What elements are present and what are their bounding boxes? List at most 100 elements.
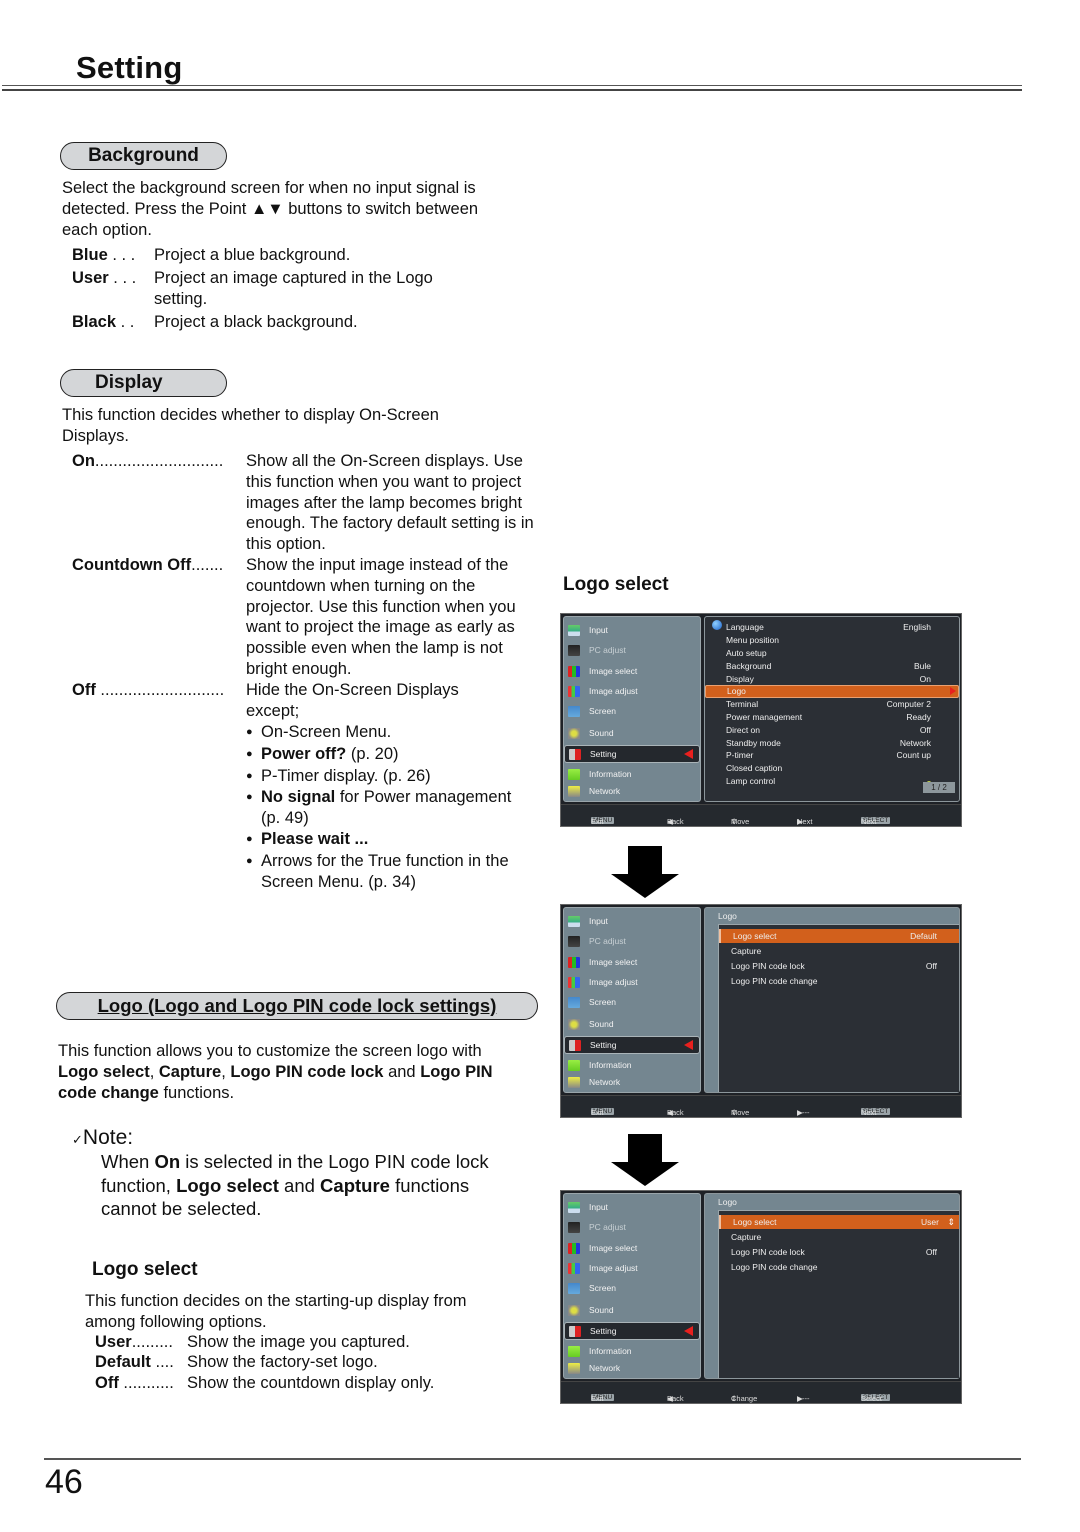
setting-item-label: Closed caption	[726, 763, 783, 774]
logo-item-logo-pin-code-lock[interactable]: Logo PIN code lock Off	[719, 959, 959, 973]
setting-item-auto-setup[interactable]: Auto setup	[705, 647, 959, 660]
logo-item-logo-select[interactable]: Logo select Default	[719, 929, 959, 943]
logo-item-label: Logo select	[733, 1217, 777, 1227]
menu-item-screen[interactable]: Screen	[564, 702, 700, 720]
menu-item-label: PC adjust	[589, 1222, 626, 1232]
osd-footer: MENU Exit ◀ Back ⇕ Move ▶ ----- SELECT Next	[561, 1095, 961, 1117]
down-arrow-icon	[611, 1134, 679, 1186]
submenu-title: Logo	[718, 911, 737, 921]
menu-item-network[interactable]: Network	[564, 782, 700, 800]
option-desc-user: Show the image you captured.	[187, 1333, 410, 1351]
setting-icon	[569, 1325, 581, 1337]
image-select-icon	[568, 665, 580, 677]
menu-item-information[interactable]: Information	[564, 1056, 700, 1074]
menu-item-image-adjust[interactable]: Image adjust	[564, 1259, 700, 1277]
logo-item-logo-select[interactable]: Logo select User ⇕	[719, 1215, 959, 1229]
logo-item-label: Logo PIN code lock	[731, 961, 805, 971]
menu-item-sound[interactable]: Sound	[564, 1015, 700, 1033]
setting-item-power-management[interactable]: Power management Ready	[705, 711, 959, 724]
logo-item-capture[interactable]: Capture	[719, 1230, 959, 1244]
note-heading: ✓Note:	[72, 1126, 134, 1149]
menu-item-screen[interactable]: Screen	[564, 1279, 700, 1297]
menu-item-label: Network	[589, 1363, 621, 1373]
menu-item-sound[interactable]: Sound	[564, 1301, 700, 1319]
menu-item-label: Setting	[590, 749, 617, 759]
logo-intro: This function allows you to customize th…	[58, 1042, 493, 1102]
background-heading: Background	[60, 142, 227, 170]
setting-item-logo[interactable]: Logo	[705, 685, 959, 698]
menu-item-input[interactable]: Input	[564, 621, 700, 639]
logo-item-capture[interactable]: Capture	[719, 944, 959, 958]
logo-item-label: Capture	[731, 946, 762, 956]
menu-item-pc-adjust[interactable]: PC adjust	[564, 641, 700, 659]
menu-item-label: Information	[589, 769, 632, 779]
setting-item-label: Direct on	[726, 724, 761, 735]
exceptions-list: On-Screen Menu. Power off? (p. 20) P-Tim…	[246, 722, 516, 893]
pc-adjust-icon	[568, 1221, 580, 1233]
menu-item-label: Information	[589, 1346, 632, 1356]
option-term-black: Black . .	[72, 313, 135, 331]
setting-item-menu-position[interactable]: Menu position	[705, 634, 959, 647]
menu-item-information[interactable]: Information	[564, 1342, 700, 1360]
exception-item: Arrows for the True function in the Scre…	[246, 851, 516, 893]
information-icon	[568, 1059, 580, 1071]
menu-item-label: Image select	[589, 666, 638, 676]
setting-item-lamp-control[interactable]: Lamp control	[705, 775, 959, 788]
menu-item-label: Screen	[589, 706, 616, 716]
background-intro: Select the background screen for when no…	[62, 178, 532, 240]
logo-item-logo-pin-code-lock[interactable]: Logo PIN code lock Off	[719, 1245, 959, 1259]
setting-item-label: Terminal	[726, 699, 759, 710]
menu-item-image-adjust[interactable]: Image adjust	[564, 682, 700, 700]
menu-item-input[interactable]: Input	[564, 1198, 700, 1216]
menu-item-information[interactable]: Information	[564, 765, 700, 783]
option-term-user: User.........	[95, 1333, 173, 1351]
setting-item-value: Bule	[913, 660, 931, 671]
menu-item-setting[interactable]: Setting	[564, 1036, 700, 1054]
menu-item-image-select[interactable]: Image select	[564, 953, 700, 971]
menu-item-network[interactable]: Network	[564, 1073, 700, 1091]
menu-item-input[interactable]: Input	[564, 912, 700, 930]
menu-item-screen[interactable]: Screen	[564, 993, 700, 1011]
menu-item-setting[interactable]: Setting	[564, 1322, 700, 1340]
intro-line: Select the background screen for when no…	[62, 179, 476, 197]
chevron-right-icon	[950, 687, 956, 696]
osd-setting-menu: Input PC adjust Image select Image adjust Sc…	[560, 613, 962, 827]
network-icon	[568, 1076, 580, 1088]
footer-rule	[44, 1458, 1021, 1460]
menu-item-label: Image adjust	[589, 686, 638, 696]
option-desc-default: Show the factory-set logo.	[187, 1353, 378, 1371]
menu-item-image-adjust[interactable]: Image adjust	[564, 973, 700, 991]
header-rule-thick	[2, 89, 1022, 91]
setting-item-background[interactable]: Background Bule	[705, 659, 959, 672]
setting-item-standby-mode[interactable]: Standby mode Network	[705, 736, 959, 749]
setting-item-display[interactable]: Display On	[705, 672, 959, 685]
logo-submenu-panel: Logo Logo select Default Capture Logo PIN c…	[704, 907, 960, 1093]
exception-item: P-Timer display. (p. 26)	[246, 766, 516, 788]
menu-item-pc-adjust[interactable]: PC adjust	[564, 932, 700, 950]
menu-item-network[interactable]: Network	[564, 1359, 700, 1377]
setting-icon	[569, 1039, 581, 1051]
logo-item-logo-pin-code-change[interactable]: Logo PIN code change	[719, 974, 959, 988]
exception-item: Please wait ...	[246, 829, 516, 851]
setting-item-label: Menu position	[726, 635, 779, 646]
setting-item-p-timer[interactable]: P-timer Count up	[705, 749, 959, 762]
menu-item-image-select[interactable]: Image select	[564, 662, 700, 680]
setting-item-direct-on[interactable]: Direct on Off	[705, 723, 959, 736]
menu-item-label: Screen	[589, 997, 616, 1007]
option-term-on: On............................	[72, 452, 224, 470]
menu-item-setting[interactable]: Setting	[564, 745, 700, 763]
menu-item-image-select[interactable]: Image select	[564, 1239, 700, 1257]
display-heading: Display	[60, 369, 227, 397]
logo-item-value: Off	[925, 1247, 937, 1257]
logo-item-logo-pin-code-change[interactable]: Logo PIN code change	[719, 1260, 959, 1274]
setting-item-language[interactable]: Language English	[705, 621, 959, 634]
osd-footer: MENU Exit ◀ Back ⇕ Change ▶ ----- SELECT Select	[561, 1381, 961, 1403]
setting-item-terminal[interactable]: Terminal Computer 2	[705, 698, 959, 711]
setting-item-closed-caption[interactable]: Closed caption	[705, 762, 959, 775]
logo-heading: Logo (Logo and Logo PIN code lock settin…	[56, 992, 538, 1020]
menu-item-sound[interactable]: Sound	[564, 724, 700, 742]
display-heading-text: Display	[95, 372, 163, 393]
menu-item-pc-adjust[interactable]: PC adjust	[564, 1218, 700, 1236]
image-adjust-icon	[568, 976, 580, 988]
logo-item-label: Logo select	[733, 931, 777, 941]
